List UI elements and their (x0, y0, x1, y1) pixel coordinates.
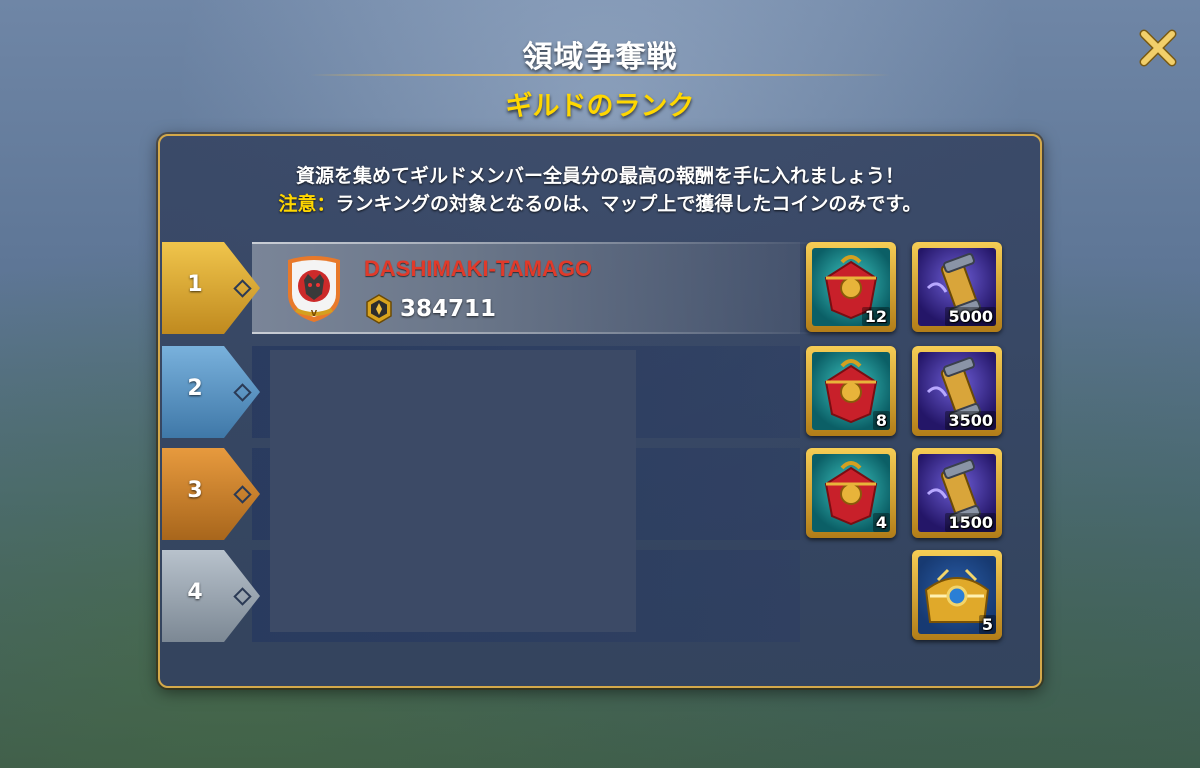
guild-name: DASHIMAKI-TAMAGO (364, 256, 593, 281)
section-title: ギルドのランク (505, 91, 695, 122)
reward-red-chest[interactable]: 8 (806, 346, 896, 436)
reward-quantity: 4 (872, 513, 890, 532)
reward-quantity: 5000 (945, 307, 996, 326)
guild-score: 384711 (400, 296, 497, 322)
note-text: ランキングの対象となるのは、マップ上で獲得したコインのみです。 (335, 193, 922, 215)
svg-text:V: V (311, 309, 318, 318)
reward-scroll[interactable]: 5000 (912, 242, 1002, 332)
rank-number: 1 (187, 272, 203, 297)
reward-scroll[interactable]: 1500 (912, 448, 1002, 538)
rank-number: 4 (187, 580, 203, 605)
reward-quantity: 3500 (945, 411, 996, 430)
reward-scroll[interactable]: 3500 (912, 346, 1002, 436)
rank-tab-3: 3 (162, 448, 262, 540)
close-button[interactable] (1136, 26, 1180, 70)
reward-quantity: 5 (978, 615, 996, 634)
rank-tab-4: 4 (162, 550, 262, 642)
note-line: 注意：ランキングの対象となるのは、マップ上で獲得したコインのみです。 (160, 190, 1040, 218)
reward-quantity: 12 (861, 307, 890, 326)
rank-number: 3 (187, 478, 203, 503)
rank-tab-2: 2 (162, 346, 262, 438)
window-title: 領域争奪戦 (522, 40, 678, 75)
reward-golden-chest[interactable]: 5 (912, 550, 1002, 640)
rank-number: 2 (187, 376, 203, 401)
coin-icon (364, 294, 394, 324)
blank-placeholder (270, 350, 636, 632)
guild-rank-panel: 資源を集めてギルドメンバー全員分の最高の報酬を手に入れましょう！ 注意：ランキン… (158, 134, 1042, 688)
rank-description: 資源を集めてギルドメンバー全員分の最高の報酬を手に入れましょう！ 注意：ランキン… (160, 162, 1040, 218)
reward-quantity: 1500 (945, 513, 996, 532)
reward-red-chest[interactable]: 12 (806, 242, 896, 332)
note-label: 注意： (278, 193, 336, 215)
description-text: 資源を集めてギルドメンバー全員分の最高の報酬を手に入れましょう！ (295, 165, 904, 187)
guild-emblem-icon[interactable]: V (282, 254, 346, 324)
close-icon (1139, 29, 1177, 67)
rank-tab-1: 1 (162, 242, 262, 334)
reward-quantity: 8 (872, 411, 890, 430)
title-divider (310, 74, 890, 76)
reward-red-chest[interactable]: 4 (806, 448, 896, 538)
rank-row-1: 1 V DASHIMAKI-TAMAGO 384711 (162, 242, 840, 334)
